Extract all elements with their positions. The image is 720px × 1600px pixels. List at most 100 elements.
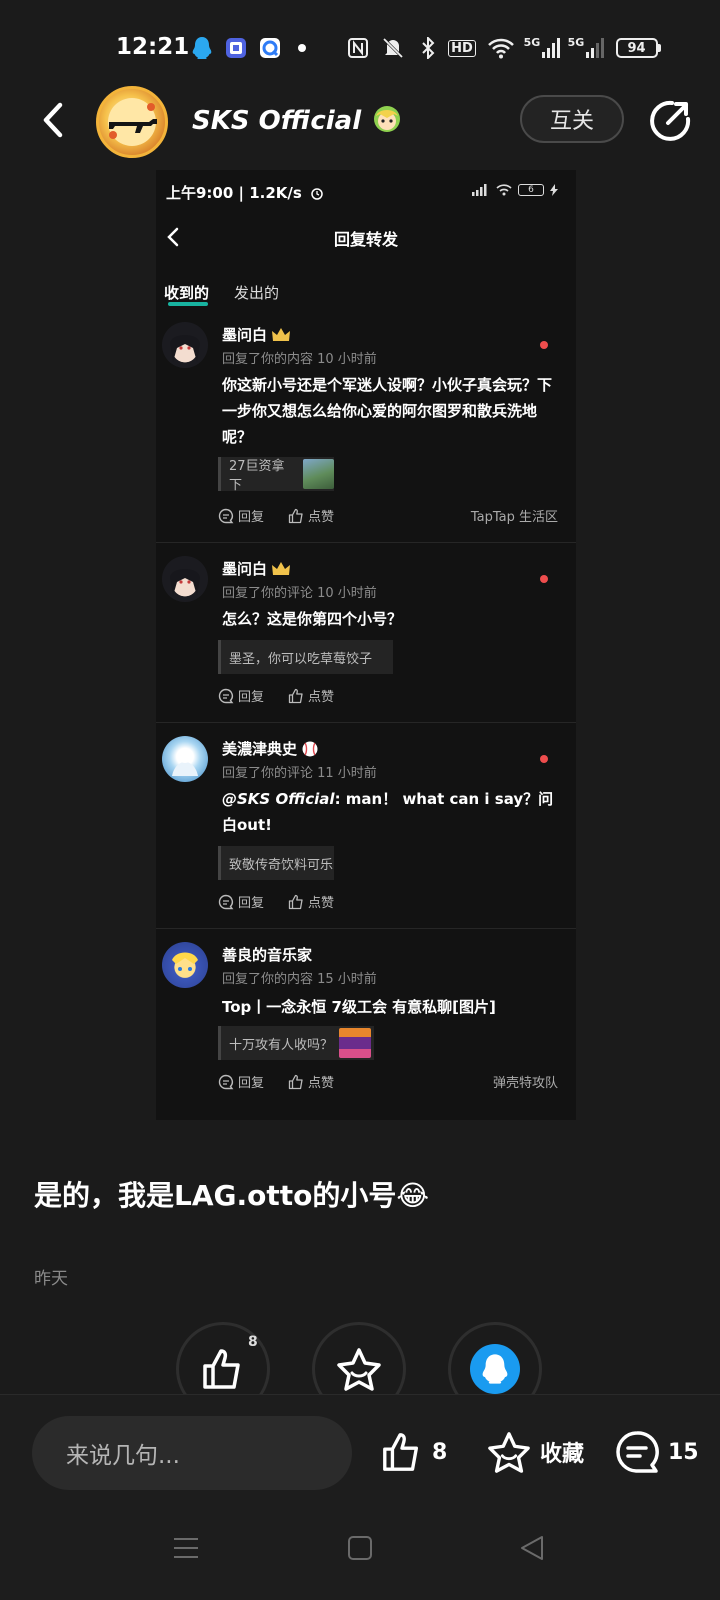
reply-author: 墨问白 bbox=[222, 558, 291, 579]
inner-tab-sent: 发出的 bbox=[234, 284, 280, 302]
comment-icon bbox=[616, 1431, 659, 1473]
reply-action: 回复 bbox=[218, 892, 264, 911]
inner-tab-indicator bbox=[168, 302, 208, 306]
qq-notification-icon bbox=[190, 36, 214, 60]
username[interactable]: SKS Official bbox=[192, 104, 402, 136]
like-action: 点赞 bbox=[288, 1072, 334, 1091]
divider bbox=[156, 722, 576, 723]
reply-action: 回复 bbox=[218, 686, 264, 705]
thumbs-up-icon bbox=[383, 1433, 419, 1471]
unread-dot bbox=[540, 341, 548, 349]
unread-dot bbox=[540, 755, 548, 763]
reply-meta: 回复了你的内容 15 小时前 bbox=[222, 972, 377, 987]
comment-input[interactable]: 来说几句... bbox=[32, 1416, 352, 1490]
quote-thumbnail bbox=[339, 1028, 372, 1058]
reply-quote: 致敬传奇饮料可乐 bbox=[218, 846, 334, 880]
share-button[interactable] bbox=[648, 99, 692, 143]
divider bbox=[156, 542, 576, 543]
menu-icon bbox=[174, 1538, 198, 1558]
qq-icon bbox=[470, 1344, 520, 1394]
like-action: 点赞 bbox=[288, 892, 334, 911]
rifle-emblem-icon bbox=[108, 98, 157, 146]
inner-battery: 6 bbox=[518, 184, 544, 196]
like-round-count: 8 bbox=[248, 1334, 258, 1350]
comment-icon bbox=[218, 688, 234, 703]
crown-icon bbox=[272, 327, 291, 341]
back-triangle-icon bbox=[521, 1536, 543, 1560]
browser-notification-icon bbox=[258, 36, 282, 60]
like-action: 点赞 bbox=[288, 686, 334, 705]
reply-quote: 十万攻有人收吗？ bbox=[218, 1026, 374, 1060]
thumbs-up-icon bbox=[288, 508, 303, 523]
reply-author: 墨问白 bbox=[222, 324, 291, 345]
like-button[interactable]: 8 bbox=[380, 1430, 447, 1474]
favorite-button[interactable]: 收藏 bbox=[486, 1430, 584, 1474]
reply-meta: 回复了你的评论 11 小时前 bbox=[222, 766, 377, 781]
thumbs-up-icon bbox=[288, 1074, 303, 1089]
comment-button[interactable]: 15 bbox=[614, 1430, 699, 1474]
inner-page-title: 回复转发 bbox=[333, 230, 398, 249]
star-icon bbox=[337, 1348, 381, 1391]
home-button[interactable] bbox=[346, 1534, 374, 1562]
quote-thumbnail bbox=[302, 459, 334, 489]
comment-count: 15 bbox=[668, 1439, 699, 1465]
inner-status-time: 上午9:00 | 1.2K/s bbox=[166, 182, 324, 203]
character-emoji-icon bbox=[374, 106, 401, 132]
recent-apps-button[interactable] bbox=[172, 1534, 200, 1562]
tieba-notification-icon bbox=[224, 36, 248, 60]
baseball-icon bbox=[302, 741, 318, 756]
reply-body: @SKS Official: man！ what can i say？问白out… bbox=[222, 786, 557, 838]
comment-icon bbox=[218, 1074, 234, 1089]
reply-quote: 27巨资拿下 bbox=[218, 457, 334, 493]
bluetooth-icon bbox=[418, 36, 438, 60]
star-icon bbox=[488, 1432, 530, 1473]
status-time: 12:21 bbox=[116, 34, 190, 60]
reply-body: 怎么？这是你第四个小号？ bbox=[222, 610, 403, 628]
alarm-icon bbox=[311, 188, 323, 200]
reply-author: 美濃津典史 bbox=[222, 738, 319, 759]
reply-mention: @SKS Official bbox=[222, 790, 335, 808]
signal-2-icon: 5G bbox=[566, 36, 606, 60]
hd-voice-icon: HD bbox=[448, 36, 476, 60]
crown-icon bbox=[272, 561, 291, 575]
reply-action: 回复 bbox=[218, 1072, 264, 1091]
unread-dot bbox=[540, 575, 548, 583]
back-button[interactable] bbox=[38, 100, 68, 140]
nfc-icon bbox=[346, 36, 370, 60]
reply-avatar bbox=[162, 556, 208, 602]
system-back-button[interactable] bbox=[518, 1534, 546, 1562]
inner-status-icons: 6 bbox=[472, 184, 558, 196]
reply-quote: 墨圣，你可以吃草莓饺子 bbox=[218, 640, 393, 674]
reply-meta: 回复了你的评论 10 小时前 bbox=[222, 586, 377, 601]
mute-icon bbox=[380, 36, 406, 60]
wifi-icon bbox=[486, 36, 516, 60]
back-arrow-icon bbox=[43, 102, 63, 138]
reply-source: TapTap 生活区 bbox=[470, 510, 558, 525]
comment-icon bbox=[218, 508, 234, 523]
thumbs-up-icon bbox=[288, 688, 303, 703]
user-avatar[interactable] bbox=[96, 86, 168, 158]
inner-tab-received: 收到的 bbox=[164, 284, 210, 302]
home-square-icon bbox=[348, 1536, 372, 1560]
reply-author: 善良的音乐家 bbox=[222, 946, 313, 964]
thumbs-up-icon bbox=[203, 1349, 240, 1389]
post-time: 昨天 bbox=[34, 1269, 68, 1289]
reply-avatar bbox=[162, 322, 208, 368]
mutual-follow-button[interactable]: 互关 bbox=[520, 95, 624, 143]
comment-icon bbox=[218, 894, 234, 909]
reply-source: 弹壳特攻队 bbox=[492, 1076, 558, 1091]
reply-avatar bbox=[162, 942, 208, 988]
like-count: 8 bbox=[432, 1439, 448, 1465]
more-dot-icon bbox=[294, 36, 310, 60]
post-image-screenshot[interactable]: 上午9:00 | 1.2K/s 6 回复转发 收到的 发出的 墨问白 回复了你的… bbox=[156, 170, 576, 1120]
like-action: 点赞 bbox=[288, 506, 334, 525]
reply-body: Top丨一念永恒 7级工会 有意私聊[图片] bbox=[222, 998, 496, 1016]
divider bbox=[156, 928, 576, 929]
reply-meta: 回复了你的内容 10 小时前 bbox=[222, 352, 377, 367]
inner-signal-icon bbox=[472, 184, 487, 196]
favorite-label: 收藏 bbox=[540, 1442, 585, 1467]
inner-wifi-icon bbox=[496, 184, 512, 196]
reply-body: 你这新小号还是个军迷人设啊？小伙子真会玩？下一步你又想怎么给你心爱的阿尔图罗和散… bbox=[222, 376, 553, 446]
username-text: SKS Official bbox=[192, 106, 362, 136]
battery-icon: 94 bbox=[614, 36, 662, 60]
